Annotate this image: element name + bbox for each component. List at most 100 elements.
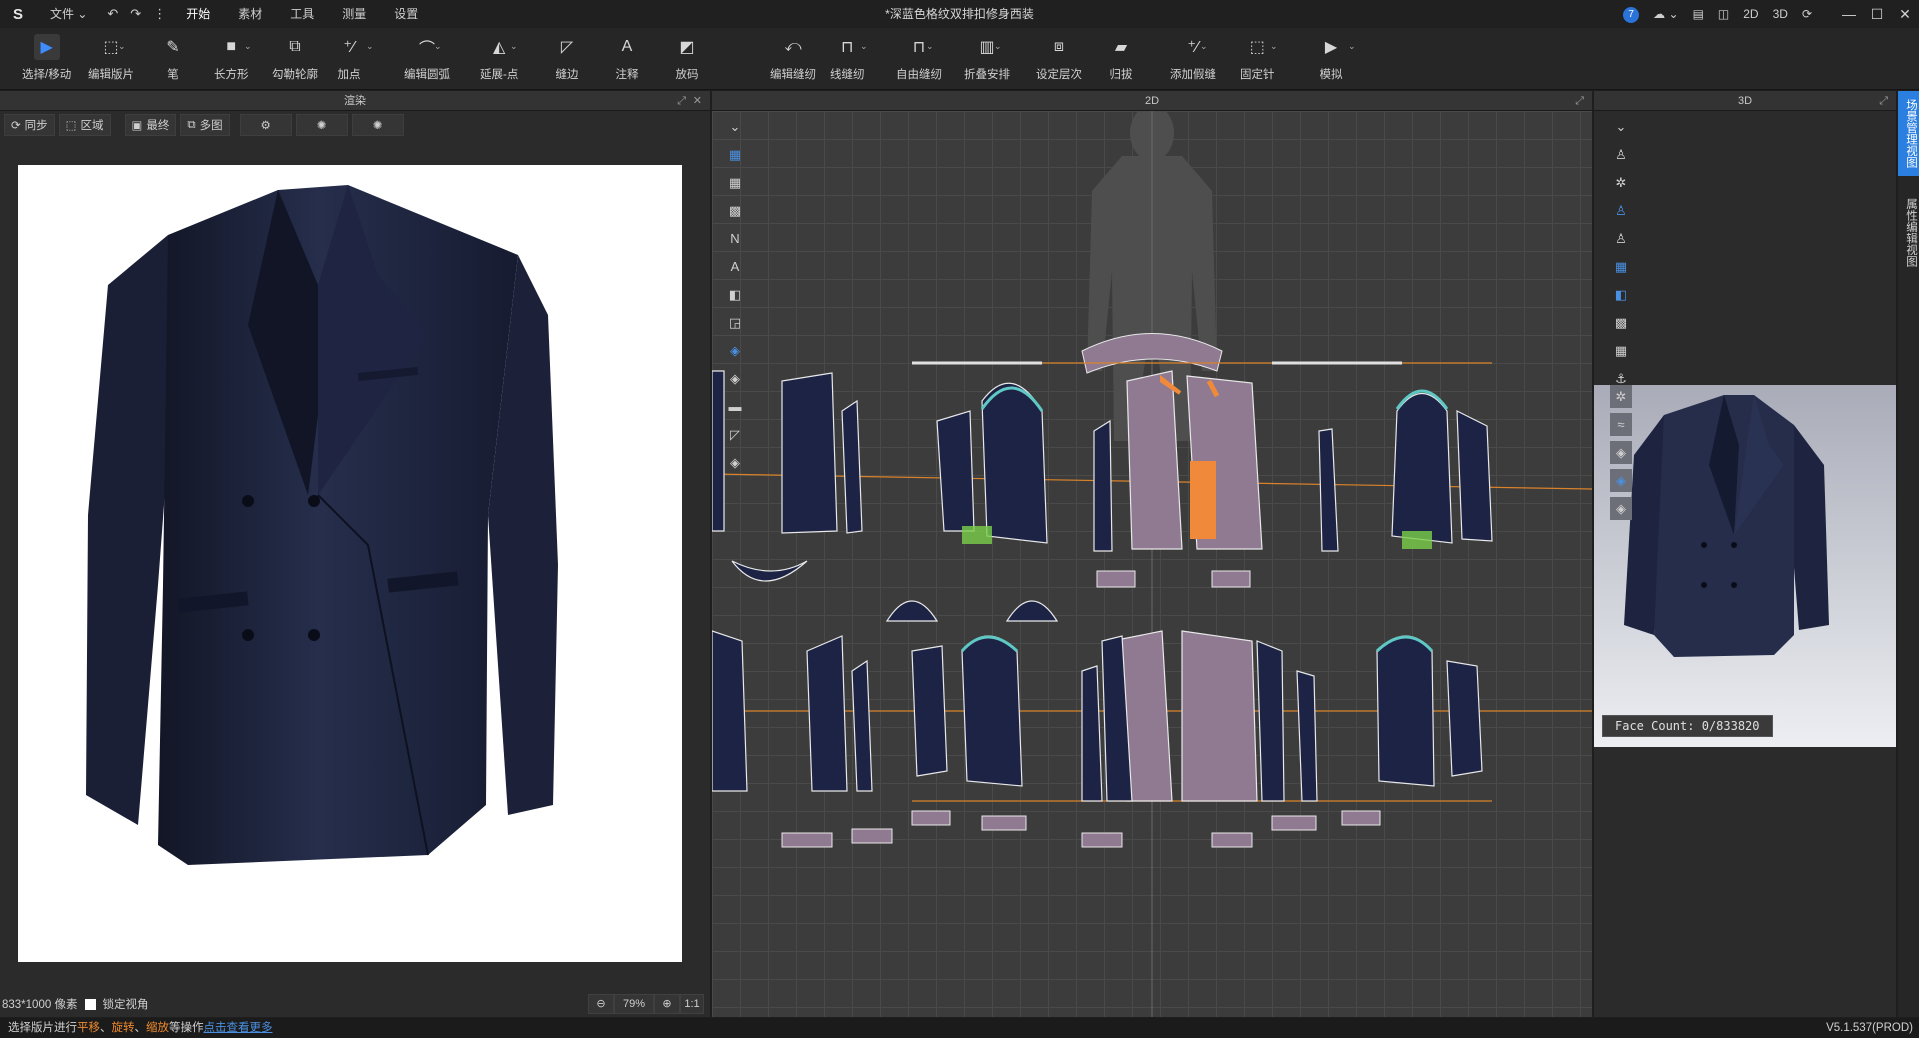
chevron-down-icon[interactable]: ⌄ [434,41,442,52]
menu-tools[interactable]: 工具 [276,0,328,28]
tab-property-editor[interactable]: 属性编辑视图 [1898,190,1919,275]
measure-avatar-icon[interactable]: ♙ [1610,227,1632,250]
tool-edit-sewing[interactable]: ⤺ 编辑缝纫 [770,34,816,86]
menu-file[interactable]: 文件 ⌄ [36,0,101,28]
tab-scene-manager[interactable]: 场景管理视图 [1898,91,1919,176]
shirt-outline-icon[interactable]: ◈ [1610,497,1632,520]
tool-annotation[interactable]: A 注释 [614,34,640,86]
tool-edit-pattern[interactable]: ⬚ ⌄ 编辑版片 [88,34,134,86]
tool-pen[interactable]: ✎ 笔 [160,34,186,86]
texture-view-icon[interactable]: ▦ [724,143,746,166]
tool-slash-spread[interactable]: ◭ ⌄ 延展-点 [480,34,518,86]
chevron-down-icon[interactable]: ⌄ [366,41,374,52]
tool-grading[interactable]: ◩ 放码 [674,34,700,86]
light-settings-button[interactable]: ✺ [295,114,348,136]
chevron-down-icon[interactable]: ⌄ [1270,41,1278,52]
region-button[interactable]: ⬚ 区域 [58,114,111,136]
3d-view-toolbar: ⌄ ♙ ✲ ♙ ♙ ▦ ◧ ▩ ▦ ⚓ [1610,115,1636,390]
grid-icon[interactable]: ▦ [724,171,746,194]
menu-start[interactable]: 开始 [172,0,224,28]
tool-edit-curve[interactable]: ⌒ ⌄ 编辑圆弧 [404,34,450,86]
tool-segment-sewing[interactable]: ⊓ ⌄ 线缝纫 [830,34,868,86]
split-view-icon[interactable]: ◫ [1711,7,1736,21]
chevron-down-icon[interactable]: ⌄ [1610,115,1632,138]
garment-icon[interactable]: ◈ [724,367,746,390]
close-button[interactable]: ✕ [1891,6,1919,23]
cloud-icon[interactable]: ☁ ⌄ [1646,7,1685,21]
more-icon[interactable]: ⋮ [147,6,172,22]
ruler-icon[interactable]: ▬ [724,395,746,418]
zoom-out-icon[interactable]: ⊖ [588,994,614,1014]
garment-blue-icon[interactable]: ◈ [724,339,746,362]
grid-3d-icon[interactable]: ▦ [1610,339,1632,362]
float-panel-icon[interactable]: ⤢ [677,91,686,111]
multi-image-button[interactable]: ⧉ 多图 [180,114,230,136]
shirt-icon[interactable]: ◈ [1610,441,1632,464]
avatar-blue-icon[interactable]: ♙ [1610,199,1632,222]
status-more-link[interactable]: 点击查看更多 [204,1022,273,1034]
close-panel-icon[interactable]: ✕ [693,91,702,111]
fill-view-icon[interactable]: ▩ [724,199,746,222]
shirt-icon[interactable]: ◈ [724,451,746,474]
fill-3d-icon[interactable]: ▩ [1610,311,1632,334]
lighting-icon[interactable]: ✲ [1610,385,1632,408]
menu-settings[interactable]: 设置 [380,0,432,28]
seam-allowance-icon[interactable]: ◲ [724,311,746,334]
actual-size-button[interactable]: 1:1 [680,994,704,1014]
layout-icon[interactable]: ▤ [1686,7,1711,21]
solid-3d-icon[interactable]: ◧ [1610,283,1632,306]
texture-3d-icon[interactable]: ▦ [1610,255,1632,278]
render-canvas[interactable] [18,165,682,962]
grading-icon[interactable]: ◸ [724,423,746,446]
refresh-icon[interactable]: ⟳ [1795,7,1819,21]
tool-trace-outline[interactable]: ⧉ 勾勒轮廓 [272,34,318,86]
environment-settings-button[interactable]: ✺ [351,114,404,136]
tool-shrink-stretch[interactable]: ▰ 归拔 [1108,34,1134,86]
skeleton-icon[interactable]: ✲ [1610,171,1632,194]
notification-badge[interactable]: 7 [1623,6,1640,23]
chevron-down-icon[interactable]: ⌄ [118,41,126,52]
tool-rectangle[interactable]: ■ ⌄ 长方形 [214,34,252,86]
view-2d-button[interactable]: 2D [1736,7,1765,21]
chevron-down-icon[interactable]: ⌄ [724,115,746,138]
chevron-down-icon[interactable]: ⌄ [1200,41,1208,52]
final-button[interactable]: ▣ 最终 [124,114,177,136]
sync-button[interactable]: ⟳ 同步 [4,114,55,136]
pattern-canvas[interactable] [712,105,1592,1017]
layer-icon[interactable]: ◧ [724,283,746,306]
chevron-down-icon[interactable]: ⌄ [926,41,934,52]
chevron-down-icon[interactable]: ⌄ [994,41,1002,52]
tool-add-basting[interactable]: ⁺∕ ⌄ 添加假缝 [1170,34,1216,86]
chevron-down-icon[interactable]: ⌄ [244,41,252,52]
tool-add-point[interactable]: ⁺∕ ⌄ 加点 [336,34,374,86]
undo-icon[interactable]: ↶ [101,6,124,22]
tool-fix-pin[interactable]: ⬚ ⌄ 固定针 [1240,34,1278,86]
avatar-icon[interactable]: ♙ [1610,143,1632,166]
camera-settings-button[interactable]: ⚙ [239,114,292,136]
tool-fold-arrangement[interactable]: ▥ ⌄ 折叠安排 [964,34,1010,86]
minimize-button[interactable]: — [1835,6,1863,22]
redo-icon[interactable]: ↷ [124,6,147,22]
lock-view-checkbox[interactable] [85,998,97,1010]
float-2d-icon[interactable]: ⤢ [1575,91,1584,111]
maximize-button[interactable]: ☐ [1863,6,1891,23]
view-3d-button[interactable]: 3D [1766,7,1795,21]
float-3d-icon[interactable]: ⤢ [1879,91,1888,111]
chevron-down-icon[interactable]: ⌄ [1348,41,1356,52]
name-toggle-icon[interactable]: N [724,227,746,250]
chevron-down-icon[interactable]: ⌄ [860,41,868,52]
tool-seam-allowance[interactable]: ◸ 缝边 [554,34,580,86]
status-bar: 选择版片进行平移、旋转、缩放等操作点击查看更多 V5.1.537(PROD) [0,1018,1919,1038]
menu-materials[interactable]: 素材 [224,0,276,28]
tool-set-layer[interactable]: ⧈ 设定层次 [1036,34,1082,86]
wind-icon[interactable]: ≈ [1610,413,1632,436]
tool-simulate[interactable]: ▶ ⌄ 模拟 [1318,34,1356,86]
zoom-in-icon[interactable]: ⊕ [654,994,680,1014]
shirt-blue-icon[interactable]: ◈ [1610,469,1632,492]
tool-free-sewing[interactable]: ⊓ ⌄ 自由缝纫 [896,34,942,86]
annotation-toggle-icon[interactable]: A [724,255,746,278]
menu-measure[interactable]: 测量 [328,0,380,28]
chevron-down-icon[interactable]: ⌄ [510,41,518,52]
tool-select-move[interactable]: ▶ 选择/移动 [22,34,71,86]
3d-viewport[interactable]: Face Count: 0/833820 [1594,385,1896,747]
